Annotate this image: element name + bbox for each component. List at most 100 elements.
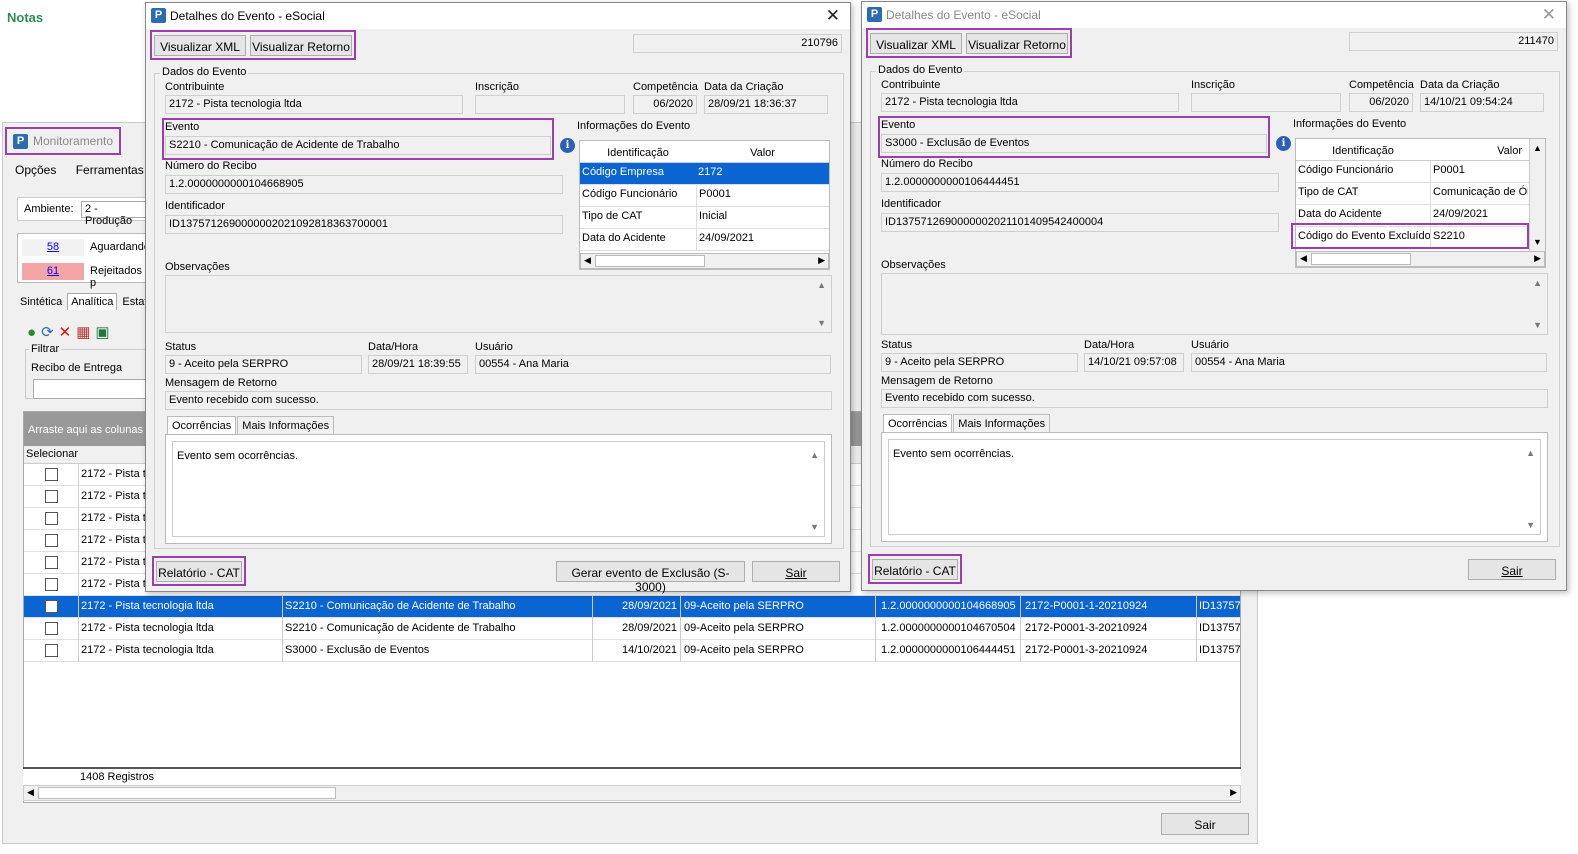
monitoring-title[interactable]: P Monitoramento xyxy=(5,127,121,155)
visualizar-retorno-button[interactable]: Visualizar Retorno xyxy=(966,33,1068,54)
scroll-thumb[interactable] xyxy=(38,787,336,799)
table-row[interactable]: 2172 - Pista tecnologia ltda S3000 - Exc… xyxy=(24,640,1241,662)
row-checkbox[interactable] xyxy=(45,622,58,635)
stat-aguardando-count[interactable]: 58 xyxy=(22,239,84,256)
info-table-vscrollbar[interactable]: ▲ ▼ xyxy=(1529,139,1545,251)
row-checkbox[interactable] xyxy=(45,490,58,503)
scroll-left-icon[interactable]: ◀ xyxy=(27,787,34,798)
row-checkbox[interactable] xyxy=(45,468,58,481)
gerar-exclusao-button[interactable]: Gerar evento de Exclusão (S-3000) xyxy=(556,561,745,594)
row-checkbox[interactable] xyxy=(45,512,58,525)
sair-button[interactable]: Sair xyxy=(1468,559,1556,580)
calendar-icon[interactable]: ▦ xyxy=(76,324,90,341)
recibo-field: 1.2.0000000000104668905 xyxy=(165,175,563,194)
scroll-thumb[interactable] xyxy=(1311,253,1411,265)
cell-id: ID13757 xyxy=(1199,600,1241,612)
delete-icon[interactable]: ✕ xyxy=(59,324,72,341)
stat-rejeitados-label: Rejeitados p xyxy=(90,265,142,289)
scroll-up-icon[interactable]: ▲ xyxy=(817,280,826,290)
cell-contribuinte: 2172 - Pista te xyxy=(81,512,152,524)
scroll-down-icon[interactable]: ▼ xyxy=(810,522,819,532)
info-row[interactable]: Código Funcionário P0001 xyxy=(580,185,829,207)
evento-field: S3000 - Exclusão de Eventos xyxy=(881,134,1267,153)
refresh-icon[interactable]: ⟳ xyxy=(41,324,54,341)
scroll-down-icon[interactable]: ▼ xyxy=(1533,320,1542,330)
scroll-left-icon[interactable]: ◀ xyxy=(1300,253,1307,264)
visualizar-retorno-button[interactable]: Visualizar Retorno xyxy=(250,35,352,56)
tab-mais-informacoes[interactable]: Mais Informações xyxy=(237,416,335,435)
scroll-down-icon[interactable]: ▼ xyxy=(817,318,826,328)
event-number: 210796 xyxy=(633,34,842,53)
info-evento-table[interactable]: Identificação Valor Código Empresa 2172 C… xyxy=(579,140,830,270)
info-row[interactable]: Data do Acidente 24/09/2021 xyxy=(580,229,829,251)
observacoes-textarea[interactable]: ▲ ▼ xyxy=(165,275,832,333)
row-checkbox[interactable] xyxy=(45,644,58,657)
scroll-up-icon[interactable]: ▲ xyxy=(1533,278,1542,288)
ambiente-select[interactable]: 2 - Produção xyxy=(81,201,149,227)
info-row[interactable]: Tipo de CAT Comunicação de Ób xyxy=(1296,183,1545,205)
evento-field: S2210 - Comunicação de Acidente de Traba… xyxy=(165,136,551,155)
row-checkbox[interactable] xyxy=(45,600,58,613)
mensagem-label: Mensagem de Retorno xyxy=(881,375,993,387)
menu-ferramentas[interactable]: Ferramentas xyxy=(76,163,144,177)
row-checkbox[interactable] xyxy=(45,534,58,547)
scroll-down-icon[interactable]: ▼ xyxy=(1526,520,1535,530)
contribuinte-label: Contribuinte xyxy=(881,79,941,91)
scroll-right-icon[interactable]: ▶ xyxy=(1534,253,1541,264)
relatorio-cat-button[interactable]: Relatório - CAT xyxy=(156,561,242,582)
scroll-right-icon[interactable]: ▶ xyxy=(818,255,825,266)
identificador-label: Identificador xyxy=(881,198,941,210)
col-selecionar[interactable]: Selecionar xyxy=(26,448,78,460)
tab-ocorrencias[interactable]: Ocorrências xyxy=(167,416,237,435)
stat-rejeitados-count[interactable]: 61 xyxy=(22,263,84,280)
grid-horizontal-scrollbar[interactable]: ◀ ▶ xyxy=(23,785,1241,801)
ocorrencias-text[interactable]: Evento sem ocorrências. ▲ ▼ xyxy=(172,441,825,537)
tab-sintetica[interactable]: Sintética xyxy=(17,294,65,310)
visualizar-xml-button[interactable]: Visualizar XML xyxy=(154,35,246,56)
scroll-left-icon[interactable]: ◀ xyxy=(584,255,591,266)
close-icon[interactable]: ✕ xyxy=(1542,5,1556,25)
usuario-label: Usuário xyxy=(475,341,513,353)
status-field: 9 - Aceito pela SERPRO xyxy=(881,353,1078,372)
stats-panel: 58 Aguardando 61 Rejeitados p xyxy=(17,233,151,289)
cell-contribuinte: 2172 - Pista te xyxy=(81,578,152,590)
row-checkbox[interactable] xyxy=(45,556,58,569)
scroll-down-icon[interactable]: ▼ xyxy=(1533,237,1542,247)
globe-icon[interactable]: ● xyxy=(27,324,36,341)
competencia-field: 06/2020 xyxy=(633,95,697,114)
recibo-entrega-input[interactable] xyxy=(33,379,149,399)
sair-button[interactable]: Sair xyxy=(752,561,840,582)
info-row[interactable]: Tipo de CAT Inicial xyxy=(580,207,829,229)
info-icon[interactable]: i xyxy=(560,138,575,153)
observacoes-textarea[interactable]: ▲ ▼ xyxy=(881,273,1548,335)
cell-chave: 2172-P0001-1-20210924 xyxy=(1025,600,1148,612)
table-row-selected[interactable]: 2172 - Pista tecnologia ltda S2210 - Com… xyxy=(24,596,1241,618)
monitor-toolbar: ● ⟳ ✕ ▦ ▣ xyxy=(27,323,115,341)
relatorio-cat-button[interactable]: Relatório - CAT xyxy=(872,559,958,580)
menu-opcoes[interactable]: Opções xyxy=(15,163,56,177)
info-row[interactable]: Código Empresa 2172 xyxy=(580,163,829,185)
grid-footer: 1408 Registros xyxy=(23,767,1241,785)
cell-data: 14/10/2021 xyxy=(622,644,678,656)
scroll-right-icon[interactable]: ▶ xyxy=(1230,787,1237,798)
col-identificacao: Identificação xyxy=(1332,145,1394,157)
tab-analitica[interactable]: Analítica xyxy=(67,293,118,310)
scroll-up-icon[interactable]: ▲ xyxy=(810,450,819,460)
monitor-sair-button[interactable]: Sair xyxy=(1161,813,1249,835)
info-table-hscrollbar[interactable]: ◀ ▶ xyxy=(580,253,829,269)
scroll-thumb[interactable] xyxy=(595,255,705,267)
visualizar-xml-button[interactable]: Visualizar XML xyxy=(870,33,962,54)
excel-icon[interactable]: ▣ xyxy=(95,324,109,341)
info-icon[interactable]: i xyxy=(1276,136,1291,151)
info-table-hscrollbar[interactable]: ◀ ▶ xyxy=(1296,251,1545,267)
scroll-up-icon[interactable]: ▲ xyxy=(1533,143,1542,153)
row-checkbox[interactable] xyxy=(45,578,58,591)
tab-ocorrencias[interactable]: Ocorrências xyxy=(883,414,953,433)
status-label: Status xyxy=(881,339,913,351)
ocorrencias-text[interactable]: Evento sem ocorrências. ▲ ▼ xyxy=(888,439,1541,535)
tab-mais-informacoes[interactable]: Mais Informações xyxy=(953,414,1051,433)
info-row[interactable]: Código Funcionário P0001 xyxy=(1296,161,1545,183)
scroll-up-icon[interactable]: ▲ xyxy=(1526,448,1535,458)
close-icon[interactable]: ✕ xyxy=(826,6,840,26)
table-row[interactable]: 2172 - Pista tecnologia ltda S2210 - Com… xyxy=(24,618,1241,640)
